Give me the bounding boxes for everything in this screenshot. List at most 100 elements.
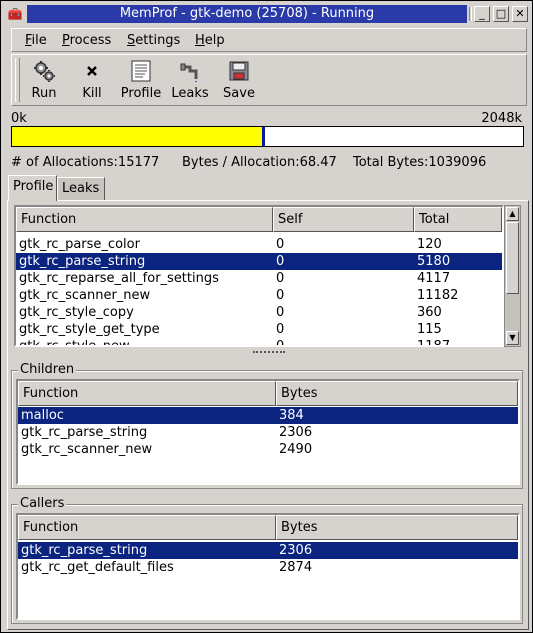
total-cell: 11182: [417, 288, 459, 303]
kill-button[interactable]: Kill: [78, 59, 106, 103]
save-button[interactable]: Save: [221, 59, 257, 103]
window-title: MemProf - gtk-demo (25708) - Running: [27, 5, 467, 23]
self-cell: 0: [276, 305, 285, 320]
function-name-cell: gtk_rc_reparse_all_for_settings: [19, 271, 219, 286]
function-name-cell: gtk_rc_parse_string: [19, 254, 146, 269]
menu-settings-label: ettings: [135, 33, 181, 48]
bytes-cell: 384: [279, 408, 304, 423]
memory-min-label: 0k: [11, 111, 27, 126]
total-cell: 5180: [417, 254, 451, 269]
function-name-cell: gtk_rc_style_get_type: [19, 322, 160, 337]
total-bytes: Total Bytes:1039096: [353, 155, 487, 170]
menu-help[interactable]: Help: [195, 33, 225, 48]
run-button[interactable]: Run: [27, 59, 61, 103]
total-cell: 360: [417, 305, 442, 320]
menu-settings[interactable]: Settings: [127, 33, 180, 48]
bytes-cell: 2874: [279, 560, 313, 575]
table-row[interactable]: gtk_rc_parse_string 2306: [18, 542, 518, 559]
pane-resize-handle[interactable]: [253, 351, 285, 356]
profile-label: Profile: [120, 86, 162, 101]
leaks-button[interactable]: Leaks: [171, 59, 209, 103]
menu-bar: File Process Settings Help: [11, 28, 527, 52]
leaks-label: Leaks: [171, 86, 209, 101]
memory-usage-fill: [12, 127, 265, 146]
toolbar-grip[interactable]: [15, 58, 20, 102]
tab-profile[interactable]: Profile: [8, 175, 57, 201]
self-cell: 0: [276, 339, 285, 347]
functions-scrollbar[interactable]: ▲ ▼: [504, 205, 521, 347]
callers-function-header[interactable]: Function: [18, 515, 276, 540]
functions-total-header[interactable]: Total: [414, 207, 502, 232]
menu-process[interactable]: Process: [62, 33, 111, 48]
table-row[interactable]: gtk_rc_style_get_type 0 115: [16, 321, 502, 338]
table-row[interactable]: gtk_rc_parse_string 2306: [18, 424, 518, 441]
title-bar[interactable]: 🧰 MemProf - gtk-demo (25708) - Running _…: [3, 3, 530, 25]
children-legend: Children: [18, 362, 77, 377]
table-row[interactable]: gtk_rc_scanner_new 0 11182: [16, 287, 502, 304]
function-name-cell: gtk_rc_get_default_files: [21, 560, 174, 575]
function-name-cell: gtk_rc_style_copy: [19, 305, 134, 320]
gears-icon: [34, 61, 55, 82]
table-row[interactable]: gtk_rc_get_default_files 2874: [18, 559, 518, 576]
run-label: Run: [31, 86, 57, 101]
bytes-per-allocation: Bytes / Allocation:68.47: [182, 155, 337, 170]
menu-help-label: elp: [204, 33, 225, 48]
memprof-window: 🧰 MemProf - gtk-demo (25708) - Running _…: [0, 0, 533, 633]
callers-bytes-header[interactable]: Bytes: [276, 515, 518, 540]
table-row[interactable]: malloc 384: [18, 407, 518, 424]
scroll-up-arrow-icon[interactable]: ▲: [506, 207, 519, 221]
table-row[interactable]: gtk_rc_scanner_new 2490: [18, 441, 518, 458]
function-name-cell: gtk_rc_parse_string: [21, 425, 148, 440]
toolbar: Run Kill Profile Leaks Save: [11, 54, 527, 106]
functions-self-header[interactable]: Self: [273, 207, 414, 232]
profile-button[interactable]: Profile: [120, 59, 162, 103]
total-cell: 120: [417, 237, 442, 252]
memory-max-label: 2048k: [481, 111, 522, 126]
children-list[interactable]: Function Bytes malloc 384 gtk_rc_parse_str…: [16, 379, 520, 485]
function-name-cell: gtk_rc_style_new: [19, 339, 130, 347]
menu-file-label: ile: [31, 33, 47, 48]
table-row[interactable]: gtk_rc_parse_color 0 120: [16, 236, 502, 253]
self-cell: 0: [276, 271, 285, 286]
self-cell: 0: [276, 237, 285, 252]
callers-list[interactable]: Function Bytes gtk_rc_parse_string 2306 gt…: [16, 513, 520, 620]
callers-legend: Callers: [18, 496, 67, 511]
bytes-cell: 2490: [279, 442, 313, 457]
minimize-icon[interactable]: _: [474, 6, 490, 22]
self-cell: 0: [276, 288, 285, 303]
memprof-app-icon[interactable]: 🧰: [7, 6, 23, 22]
menu-file[interactable]: File: [25, 33, 47, 48]
table-row[interactable]: gtk_rc_style_copy 0 360: [16, 304, 502, 321]
functions-function-header[interactable]: Function: [16, 207, 273, 232]
close-icon[interactable]: ✕: [512, 6, 528, 22]
function-name-cell: gtk_rc_scanner_new: [19, 288, 151, 303]
bytes-cell: 2306: [279, 425, 313, 440]
function-name-cell: gtk_rc_parse_color: [19, 237, 140, 252]
kill-label: Kill: [82, 86, 102, 101]
profile-document-icon: [131, 60, 151, 82]
children-function-header[interactable]: Function: [18, 381, 276, 406]
memory-usage-bar: [11, 126, 524, 147]
title-separator: [469, 7, 472, 21]
total-cell: 115: [417, 322, 442, 337]
functions-scroll-thumb[interactable]: [506, 222, 519, 294]
table-row[interactable]: gtk_rc_reparse_all_for_settings 0 4117: [16, 270, 502, 287]
bytes-cell: 2306: [279, 543, 313, 558]
total-cell: 1187: [417, 339, 451, 347]
maximize-icon[interactable]: □: [493, 6, 509, 22]
menu-process-label: rocess: [69, 33, 112, 48]
children-bytes-header[interactable]: Bytes: [276, 381, 518, 406]
table-row[interactable]: gtk_rc_style_new 0 1187: [16, 338, 502, 347]
tab-leaks[interactable]: Leaks: [57, 177, 105, 200]
total-cell: 4117: [417, 271, 451, 286]
functions-list[interactable]: Function Self Total gtk_rc_parse_color 0 1…: [14, 205, 504, 347]
leaking-pipe-icon: [180, 63, 198, 82]
function-name-cell: gtk_rc_scanner_new: [21, 442, 153, 457]
table-row[interactable]: gtk_rc_parse_string 0 5180: [16, 253, 502, 270]
kill-icon: [87, 66, 97, 76]
scroll-down-arrow-icon[interactable]: ▼: [506, 331, 519, 345]
self-cell: 0: [276, 322, 285, 337]
self-cell: 0: [276, 254, 285, 269]
save-label: Save: [223, 86, 255, 101]
allocations-count: # of Allocations:15177: [11, 155, 160, 170]
